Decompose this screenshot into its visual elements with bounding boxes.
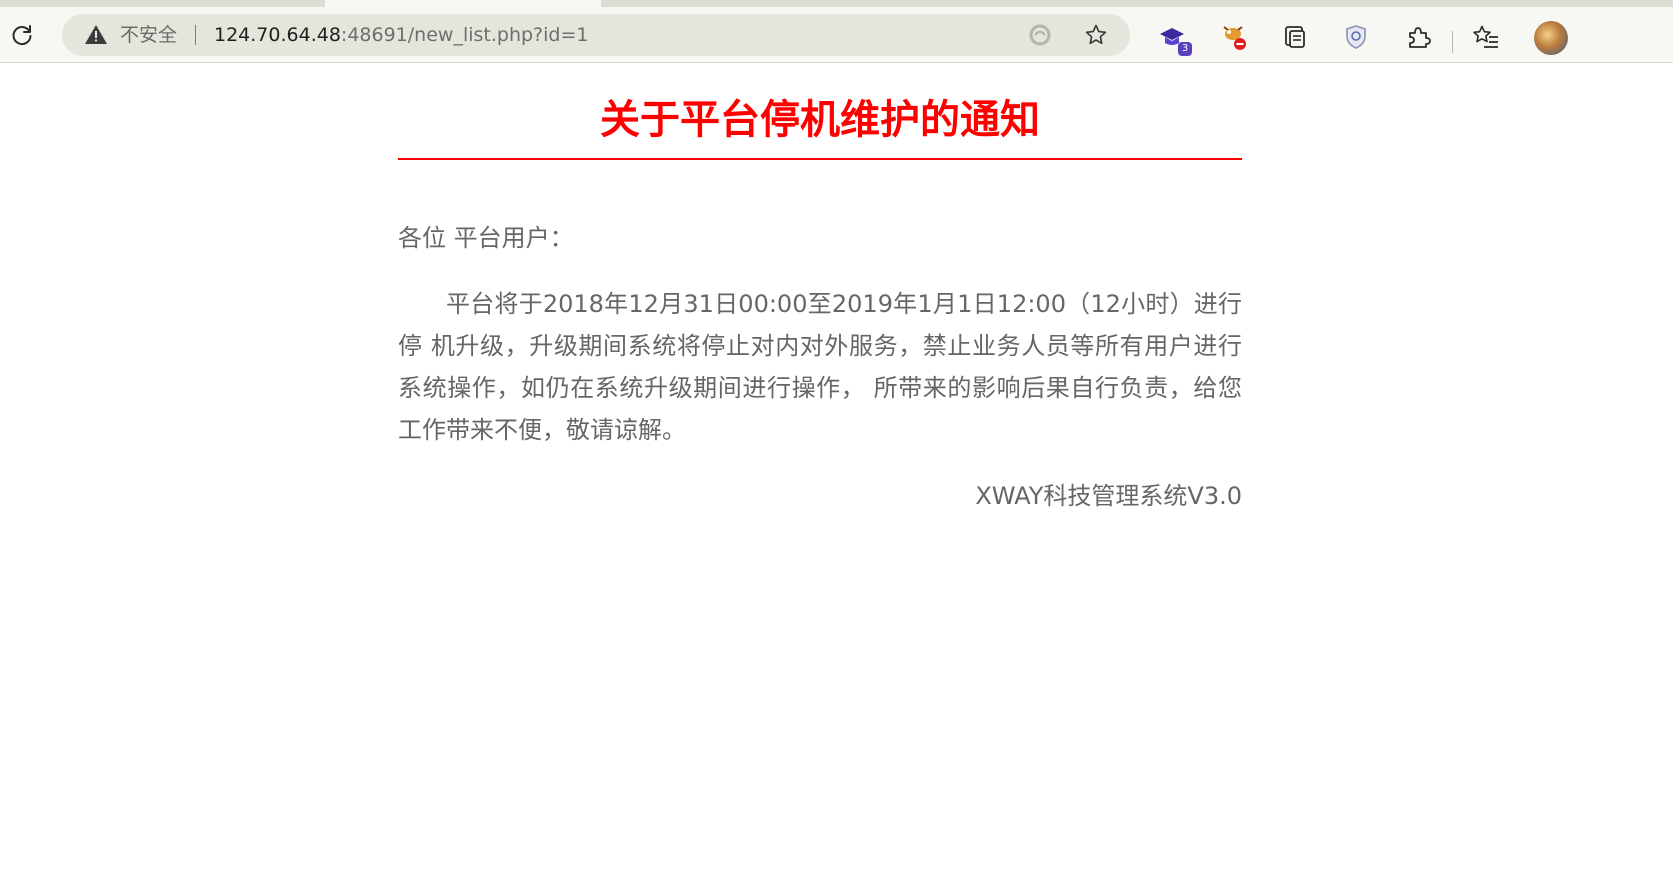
url-path: :48691/new_list.php?id=1 <box>340 24 589 46</box>
star-icon[interactable] <box>1082 21 1110 49</box>
notice-title: 关于平台停机维护的通知 <box>600 97 1040 143</box>
reload-icon[interactable] <box>4 17 40 53</box>
active-tab[interactable] <box>325 0 601 7</box>
blocked-bug-extension-icon[interactable] <box>1218 21 1250 53</box>
warning-icon[interactable] <box>84 23 108 47</box>
notice-container: 关于平台停机维护的通知 各位 平台用户： 平台将于2018年12月31日00:0… <box>398 63 1242 517</box>
notice-paragraph: 平台将于2018年12月31日00:00至2019年1月1日12:00（12小时… <box>398 290 1242 444</box>
extension-badge: 3 <box>1178 42 1192 56</box>
toolbar-divider <box>1452 31 1453 53</box>
profile-avatar[interactable] <box>1534 21 1568 55</box>
url-host: 124.70.64.48 <box>214 24 341 46</box>
security-label[interactable]: 不安全 <box>120 24 177 46</box>
address-divider <box>195 25 196 45</box>
tab-strip <box>0 0 1673 7</box>
graduation-cap-extension-icon[interactable]: 3 <box>1156 21 1192 56</box>
immersive-reader-icon[interactable] <box>1026 21 1054 49</box>
notice-signature: XWAY科技管理系统V3.0 <box>975 482 1242 510</box>
notice-greeting: 各位 平台用户： <box>398 224 574 252</box>
browser-toolbar: 不安全 124.70.64.48:48691/new_list.php?id=1… <box>0 7 1673 63</box>
shield-extension-icon[interactable] <box>1340 21 1372 53</box>
puzzle-icon[interactable] <box>1402 21 1434 53</box>
address-bar[interactable]: 不安全 124.70.64.48:48691/new_list.php?id=1 <box>62 14 1130 56</box>
title-divider <box>398 158 1242 160</box>
collections-icon[interactable] <box>1279 21 1311 53</box>
notice-body: 各位 平台用户： 平台将于2018年12月31日00:00至2019年1月1日1… <box>398 217 1242 517</box>
favorites-icon[interactable] <box>1470 21 1502 53</box>
url-text[interactable]: 124.70.64.48:48691/new_list.php?id=1 <box>214 24 588 46</box>
